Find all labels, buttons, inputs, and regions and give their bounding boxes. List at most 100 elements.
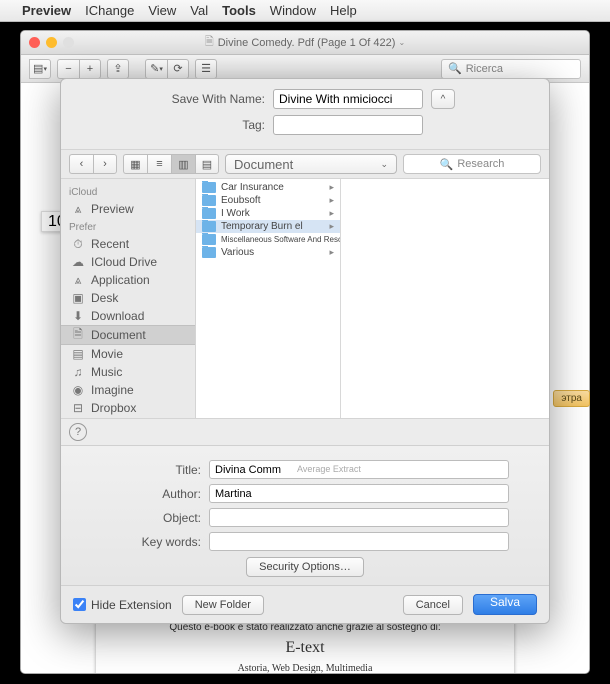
folder-item[interactable]: Car Insurance▸ [196, 181, 340, 194]
window-controls [29, 37, 74, 48]
browser-column-2 [341, 179, 549, 418]
sidebar-item-imagine[interactable]: ◉Imagine [61, 381, 195, 399]
doc-sub: Astoria, Web Design, Multimedia [120, 663, 490, 673]
document-icon: 🗎 [71, 328, 85, 342]
menu-view[interactable]: View [148, 3, 176, 18]
object-input[interactable] [209, 508, 509, 527]
background-button-peek: этра [553, 390, 590, 407]
author-input[interactable] [209, 484, 509, 503]
menu-tools[interactable]: Tools [222, 3, 256, 18]
folder-item[interactable]: I Work▸ [196, 207, 340, 220]
metadata-section: Title: Average Extract Author: Object: K… [61, 446, 549, 585]
sidebar-item-download[interactable]: ⬇Download [61, 307, 195, 325]
folder-item[interactable]: Temporary Burn el▸ [196, 220, 340, 233]
app-icon: ⩓ [71, 273, 85, 287]
document-icon: 🗎 [205, 33, 214, 52]
keywords-input[interactable] [209, 532, 509, 551]
folder-icon [202, 234, 216, 245]
folder-icon [202, 247, 216, 258]
folder-icon [202, 182, 216, 193]
sidebar-item-music[interactable]: ♫Music [61, 363, 195, 381]
save-name-input[interactable] [273, 89, 423, 109]
browser-nav-bar: ‹ › ▦ ≡ ▥ ▤ Document ⌄ 🔍 Research [61, 149, 549, 179]
rotate-button[interactable]: ⟳ [167, 59, 189, 79]
view-icons-button[interactable]: ▦ [123, 154, 147, 174]
close-button[interactable] [29, 37, 40, 48]
folder-icon [202, 195, 216, 206]
title-dropdown-icon[interactable]: ⌄ [398, 38, 405, 47]
zoom-button[interactable] [63, 37, 74, 48]
folder-item[interactable]: Eoubsoft▸ [196, 194, 340, 207]
folder-icon [202, 221, 216, 232]
save-dialog: Save With Name: ^ Tag: ‹ › ▦ ≡ ▥ ▤ Docum… [60, 78, 550, 624]
view-gallery-button[interactable]: ▤ [195, 154, 219, 174]
zoom-in-button[interactable]: + [79, 59, 101, 79]
location-select-label: Document [234, 157, 293, 172]
hide-extension-input[interactable] [73, 598, 86, 611]
title-label: Title: [101, 463, 201, 477]
location-select[interactable]: Document ⌄ [225, 154, 397, 174]
save-name-label: Save With Name: [155, 92, 265, 106]
chevron-right-icon: ▸ [329, 195, 334, 206]
markup-button[interactable]: ☰ [195, 59, 217, 79]
browser-column-1: Car Insurance▸ Eoubsoft▸ I Work▸ Tempora… [196, 179, 341, 418]
back-button[interactable]: ‹ [69, 154, 93, 174]
object-label: Object: [101, 511, 201, 525]
sidebar-item-application[interactable]: ⩓Application [61, 271, 195, 289]
movie-icon: ▤ [71, 347, 85, 361]
sidebar-item-recent[interactable]: ⏱Recent [61, 235, 195, 253]
search-icon: 🔍 [448, 62, 462, 75]
browser-search[interactable]: 🔍 Research [403, 154, 541, 174]
music-icon: ♫ [71, 365, 85, 379]
menu-app[interactable]: Preview [22, 3, 71, 18]
sidebar-item-movie[interactable]: ▤Movie [61, 345, 195, 363]
sidebar-item-iclouddrive[interactable]: ☁ICloud Drive [61, 253, 195, 271]
new-folder-button[interactable]: New Folder [182, 595, 264, 615]
sidebar-item-dropbox[interactable]: ⊟Dropbox [61, 399, 195, 417]
help-icon[interactable]: ? [69, 423, 87, 441]
search-icon: 🔍 [440, 158, 454, 171]
minimize-button[interactable] [46, 37, 57, 48]
zoom-out-button[interactable]: − [57, 59, 79, 79]
cancel-button[interactable]: Cancel [403, 595, 463, 615]
keywords-label: Key words: [101, 535, 201, 549]
menu-window[interactable]: Window [270, 3, 316, 18]
share-button[interactable]: ⇪ [107, 59, 129, 79]
download-icon: ⬇ [71, 309, 85, 323]
sidebar-toggle-button[interactable]: ▤▾ [29, 59, 51, 79]
chevron-right-icon: ▸ [329, 247, 334, 258]
view-list-button[interactable]: ≡ [147, 154, 171, 174]
author-label: Author: [101, 487, 201, 501]
tag-input[interactable] [273, 115, 423, 135]
search-placeholder: Ricerca [466, 63, 503, 75]
save-button[interactable]: Salva [473, 594, 537, 615]
folder-item[interactable]: Miscellaneous Software And Resources▸ [196, 233, 340, 246]
cloud-icon: ☁ [71, 255, 85, 269]
sidebar-item-document[interactable]: 🗎Document [61, 325, 195, 345]
menu-help[interactable]: Help [330, 3, 357, 18]
folder-icon [202, 208, 216, 219]
chevron-right-icon: ▸ [329, 208, 334, 219]
toolbar-search[interactable]: 🔍 Ricerca [441, 59, 581, 79]
sidebar-header-prefer: Prefer [61, 218, 195, 235]
chevron-right-icon: ▸ [329, 182, 334, 193]
menu-val[interactable]: Val [190, 3, 208, 18]
collapse-dialog-button[interactable]: ^ [431, 89, 455, 109]
window-title: Divine Comedy. Pdf (Page 1 Of 422) [218, 37, 396, 49]
preview-titlebar: 🗎 Divine Comedy. Pdf (Page 1 Of 422) ⌄ [21, 31, 589, 55]
security-options-button[interactable]: Security Options… [246, 557, 364, 577]
help-strip: ? [61, 419, 549, 446]
sidebar-item-preview[interactable]: ⩓Preview [61, 200, 195, 218]
view-columns-button[interactable]: ▥ [171, 154, 195, 174]
sidebar-header-icloud: iCloud [61, 183, 195, 200]
doc-etext: E-text [120, 639, 490, 657]
sidebar-item-desk[interactable]: ▣Desk [61, 289, 195, 307]
highlight-button[interactable]: ✎▾ [145, 59, 167, 79]
dialog-bottom-bar: Hide Extension New Folder Cancel Salva [61, 585, 549, 623]
forward-button[interactable]: › [93, 154, 117, 174]
clock-icon: ⏱ [71, 237, 85, 251]
menu-ichange[interactable]: IChange [85, 3, 134, 18]
hide-extension-checkbox[interactable]: Hide Extension [73, 598, 172, 612]
folder-item[interactable]: Various▸ [196, 246, 340, 259]
chevron-updown-icon: ⌄ [380, 159, 388, 170]
